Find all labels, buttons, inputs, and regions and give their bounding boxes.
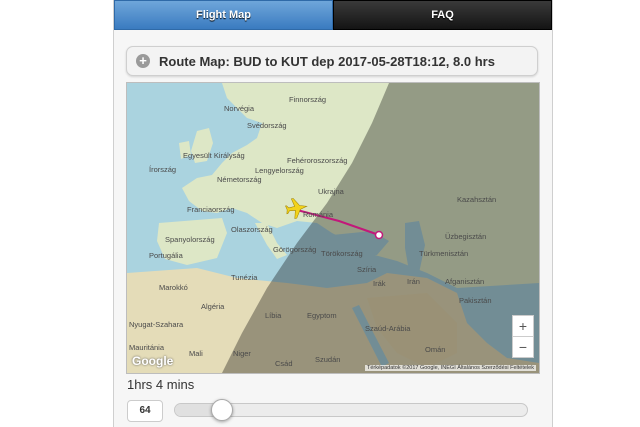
google-logo: Google: [132, 354, 174, 368]
zoom-in-button[interactable]: +: [512, 315, 534, 337]
duration-label: 1hrs 4 mins: [127, 377, 195, 392]
time-value-input[interactable]: 64: [127, 400, 163, 422]
time-slider[interactable]: [174, 399, 528, 421]
tab-flight-map[interactable]: Flight Map: [114, 0, 333, 30]
tab-bar: Flight Map FAQ: [114, 0, 552, 30]
map-credit[interactable]: Térképadatok ©2017 Google, INEGI Általán…: [364, 365, 536, 371]
destination-marker-icon[interactable]: [374, 230, 384, 240]
flight-app: Flight Map FAQ + Route Map: BUD to KUT d…: [113, 0, 553, 427]
plus-circle-icon[interactable]: +: [136, 54, 150, 68]
tab-faq[interactable]: FAQ: [333, 0, 552, 30]
zoom-out-button[interactable]: −: [512, 336, 534, 358]
route-header[interactable]: + Route Map: BUD to KUT dep 2017-05-28T1…: [126, 46, 538, 76]
map-canvas[interactable]: [127, 83, 539, 373]
slider-thumb[interactable]: [211, 399, 233, 421]
route-map[interactable]: Finnország Norvégia Svédország Egyesült …: [126, 82, 540, 374]
route-title: Route Map: BUD to KUT dep 2017-05-28T18:…: [159, 53, 495, 69]
